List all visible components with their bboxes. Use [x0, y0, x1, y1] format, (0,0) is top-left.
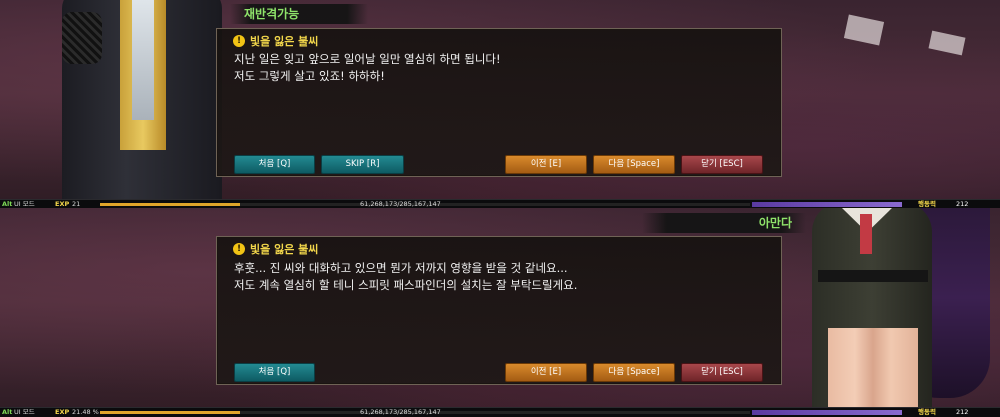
- exclamation-circle-icon: !: [233, 35, 245, 47]
- dialogue-line: 지난 일은 잊고 앞으로 일어날 일만 열심히 하면 됩니다!: [234, 52, 501, 66]
- prev-button[interactable]: 이전 [E]: [505, 363, 587, 382]
- close-button[interactable]: 닫기 [ESC]: [681, 363, 763, 382]
- quest-title: ! 빛을 잃은 불씨: [233, 33, 318, 49]
- floating-card-decoration: [928, 30, 966, 56]
- speaker-name-tag: 아만다: [642, 213, 806, 233]
- floating-card-decoration: [843, 14, 885, 46]
- speaker-name-tag: 재반격가능: [230, 4, 368, 24]
- action-point-bar: [752, 410, 902, 415]
- dialogue-line: 저도 계속 열심히 할 테니 스피릿 패스파인더의 설치는 잘 부탁드릴게요.: [234, 278, 578, 292]
- next-button[interactable]: 다음 [Space]: [593, 363, 675, 382]
- dialogue-box: ! 빛을 잃은 불씨 지난 일은 잊고 앞으로 일어날 일만 열심히 하면 됩니…: [216, 28, 782, 177]
- exp-bar-fill: [100, 203, 240, 206]
- exp-bar-fill: [100, 411, 240, 414]
- quest-title: ! 빛을 잃은 불씨: [233, 241, 318, 257]
- next-button[interactable]: 다음 [Space]: [593, 155, 675, 174]
- skip-button[interactable]: SKIP [R]: [321, 155, 404, 174]
- exclamation-circle-icon: !: [233, 243, 245, 255]
- dialogue-line: 후훗... 진 씨와 대화하고 있으면 뭔가 저까지 영향을 받을 것 같네요.…: [234, 261, 568, 275]
- quest-title-text: 빛을 잃은 불씨: [250, 35, 319, 48]
- dialogue-box: ! 빛을 잃은 불씨 후훗... 진 씨와 대화하고 있으면 뭔가 저까지 영향…: [216, 236, 782, 385]
- prev-button[interactable]: 이전 [E]: [505, 155, 587, 174]
- first-button[interactable]: 처음 [Q]: [234, 155, 315, 174]
- dialogue-line: 저도 그렇게 살고 있죠! 하하하!: [234, 69, 385, 83]
- action-point-bar: [752, 202, 902, 207]
- quest-title-text: 빛을 잃은 불씨: [250, 243, 319, 256]
- first-button[interactable]: 처음 [Q]: [234, 363, 315, 382]
- close-button[interactable]: 닫기 [ESC]: [681, 155, 763, 174]
